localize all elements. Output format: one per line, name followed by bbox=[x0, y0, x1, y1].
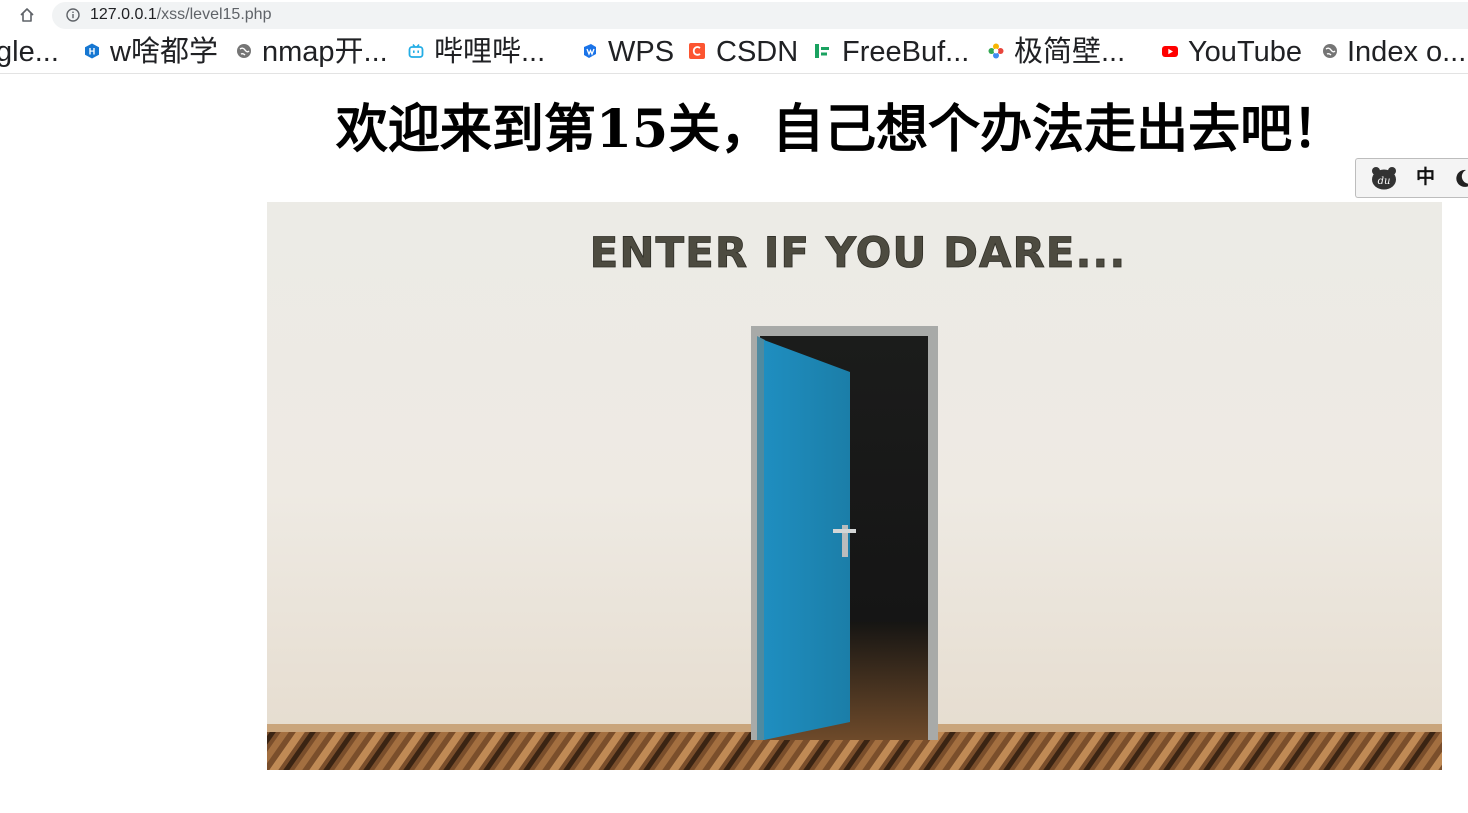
door-edge bbox=[757, 336, 765, 740]
door-handle bbox=[833, 529, 856, 533]
ime-mode-label[interactable]: 中 bbox=[1416, 165, 1435, 189]
address-bar: 127.0.0.1/xss/level15.php bbox=[0, 0, 1468, 30]
enter-if-you-dare-image: ENTER IF YOU DARE... bbox=[267, 202, 1442, 770]
bilibili-tv-icon bbox=[408, 44, 424, 58]
url-text[interactable]: 127.0.0.1/xss/level15.php bbox=[90, 5, 271, 25]
svg-text:du: du bbox=[1378, 176, 1391, 187]
bookmark-label: WPS bbox=[608, 36, 675, 68]
open-door bbox=[764, 340, 850, 740]
page-title: 欢迎来到第15关，自己想个办法走出去吧！ bbox=[335, 99, 1345, 160]
bookmark-label: nmap开... bbox=[262, 36, 388, 68]
bookmark-label: 哔哩哔... bbox=[434, 36, 546, 68]
baidu-bear-icon[interactable]: du bbox=[1370, 166, 1398, 190]
image-caption: ENTER IF YOU DARE... bbox=[590, 228, 1127, 277]
url-host: 127.0.0.1 bbox=[90, 6, 157, 23]
svg-text:H: H bbox=[89, 47, 96, 57]
hexagon-h-icon: H bbox=[85, 43, 99, 59]
site-info-icon[interactable] bbox=[66, 8, 80, 22]
home-icon[interactable] bbox=[18, 6, 36, 24]
pinwheel-icon bbox=[988, 43, 1004, 59]
moon-icon[interactable] bbox=[1452, 167, 1468, 189]
url-path: /xss/level15.php bbox=[156, 6, 272, 23]
ime-toolbar[interactable]: du 中 bbox=[1355, 158, 1468, 198]
bookmark-label: gle... bbox=[0, 36, 59, 68]
wps-icon bbox=[584, 44, 596, 58]
bookmark-label: CSDN bbox=[716, 36, 799, 68]
bookmark-label: FreeBuf... bbox=[842, 36, 970, 68]
globe-icon bbox=[1323, 44, 1337, 58]
bookmark-label: Index o... bbox=[1347, 36, 1467, 68]
globe-icon bbox=[237, 44, 251, 58]
bookmark-label: 极简壁... bbox=[1014, 36, 1126, 68]
door-illustration: ENTER IF YOU DARE... bbox=[267, 202, 1442, 770]
bookmark-label: YouTube bbox=[1188, 36, 1302, 68]
bookmark-label: w啥都学 bbox=[110, 36, 218, 68]
csdn-icon bbox=[689, 43, 705, 59]
youtube-icon bbox=[1162, 46, 1178, 57]
bookmarks-bar: gle... H w啥都学 nmap开... 哔哩哔... WPS CSDN F… bbox=[0, 31, 1468, 74]
freebuf-icon bbox=[815, 44, 829, 58]
